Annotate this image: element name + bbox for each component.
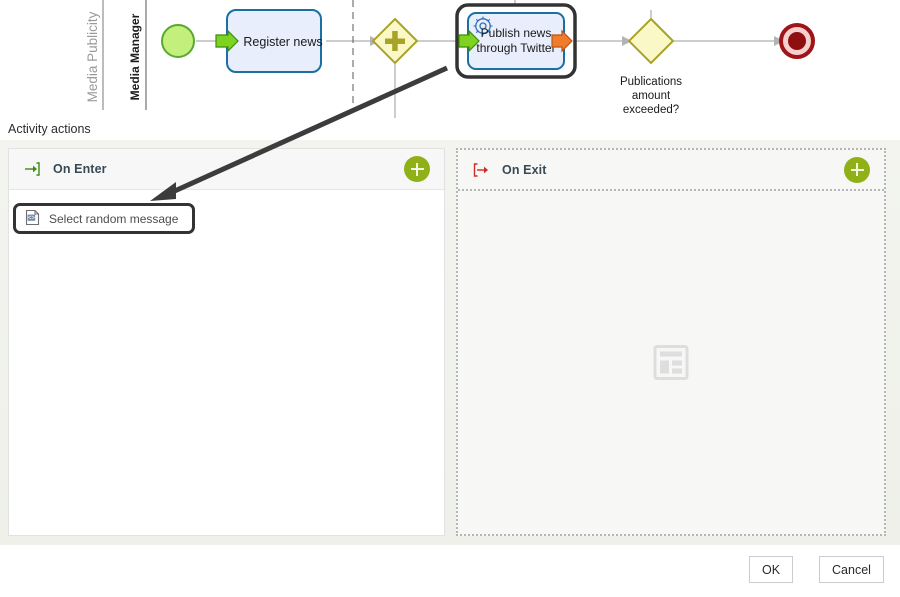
flow-arrowheads: [370, 9, 784, 46]
plus-icon-vertical: [856, 163, 858, 176]
script-code-icon: <>: [24, 209, 41, 229]
activity-actions-dialog: On Enter <> Select random message On Exi…: [0, 140, 900, 545]
plus-icon-vertical: [416, 162, 418, 176]
page-title: Activity actions: [8, 122, 91, 136]
enter-arrow-icon: [23, 160, 41, 178]
gateway-label-line2: amount: [632, 90, 671, 102]
on-enter-header: On Enter: [9, 149, 444, 190]
task-register-news-label: Register news: [243, 35, 322, 49]
lane-label: Media Manager: [128, 13, 142, 100]
gateway-publications-amount-exceeded[interactable]: Publications amount exceeded?: [620, 17, 682, 116]
on-exit-list[interactable]: [458, 191, 884, 536]
list-item[interactable]: <> Select random message: [13, 203, 196, 234]
exit-arrow-icon: [472, 161, 490, 179]
empty-layout-placeholder-icon: [653, 344, 689, 383]
task-publish-label-line1: Publish news: [481, 26, 552, 40]
on-enter-title: On Enter: [53, 162, 107, 176]
gateway-exclusive-shape: [627, 17, 675, 65]
pool-label: Media Publicity: [85, 11, 100, 102]
panel-on-exit[interactable]: On Exit: [456, 148, 886, 536]
gateway-label-line1: Publications: [620, 76, 682, 88]
on-exit-header: On Exit: [458, 150, 884, 191]
add-on-exit-action-button[interactable]: [844, 156, 870, 183]
on-enter-list[interactable]: <> Select random message: [9, 190, 444, 535]
task-register-news[interactable]: Register news: [215, 9, 323, 73]
gateway-label-line3: exceeded?: [623, 104, 679, 116]
on-exit-title: On Exit: [502, 162, 547, 177]
bpmn-diagram-svg: Media Publicity Media Manager Register n…: [85, 0, 815, 118]
task-publish-label-line2: through Twitter: [476, 41, 555, 55]
svg-text:<>: <>: [28, 215, 36, 221]
gateway-parallel[interactable]: [371, 17, 419, 65]
bpmn-diagram-canvas[interactable]: Media Publicity Media Manager Register n…: [0, 0, 900, 118]
list-item-label: Select random message: [49, 211, 179, 226]
end-event[interactable]: [779, 23, 815, 59]
ok-button[interactable]: OK: [749, 556, 793, 583]
dialog-footer: OK Cancel: [0, 545, 900, 597]
add-on-enter-action-button[interactable]: [404, 156, 430, 182]
start-event[interactable]: [161, 24, 195, 58]
cancel-button[interactable]: Cancel: [819, 556, 884, 583]
task-publish-news-through-twitter[interactable]: Publish news through Twitter: [455, 3, 577, 79]
panel-on-enter[interactable]: On Enter <> Select random message: [8, 148, 445, 536]
